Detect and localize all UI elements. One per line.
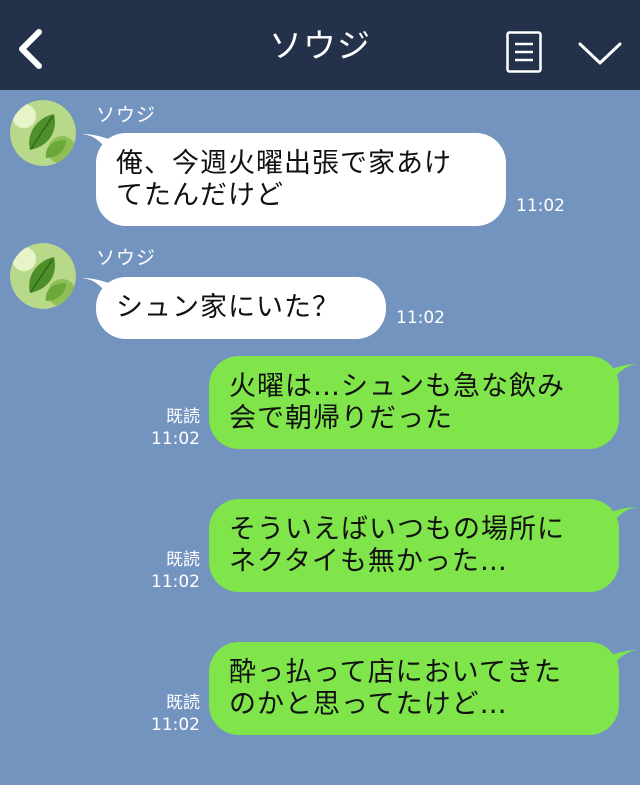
- message-time: 11:02: [396, 308, 445, 328]
- message-bubble[interactable]: 火曜は…シュンも急な飲み 会で朝帰りだった: [209, 356, 619, 449]
- leaf-avatar-icon: [10, 100, 76, 166]
- message-line: のかと思ってたけど…: [229, 689, 508, 720]
- message-time: 11:02: [151, 715, 200, 735]
- read-receipt: 既読 11:02: [150, 406, 200, 450]
- sender-name: ソウジ: [96, 247, 157, 269]
- message-line: 酔っ払って店においてきた: [229, 657, 563, 688]
- message-line: てたんだけど: [116, 180, 284, 211]
- message-line: そういえばいつもの場所に: [229, 514, 565, 545]
- read-label: 既読: [166, 693, 200, 713]
- message-bubble[interactable]: 酔っ払って店においてきた のかと思ってたけど…: [209, 642, 619, 735]
- message-line: 会で朝帰りだった: [229, 403, 453, 434]
- message-time: 11:02: [516, 196, 565, 216]
- collapse-button[interactable]: [576, 38, 624, 68]
- message-line: 俺、今週火曜出張で家あけ: [116, 148, 452, 179]
- avatar[interactable]: [10, 100, 76, 166]
- bubble-tail: [604, 650, 638, 676]
- chat-header: ソウジ: [0, 0, 640, 90]
- chat-title: ソウジ: [269, 26, 371, 65]
- menu-button[interactable]: [506, 31, 542, 73]
- leaf-avatar-icon: [10, 243, 76, 309]
- read-label: 既読: [166, 550, 200, 570]
- avatar[interactable]: [10, 243, 76, 309]
- read-receipt: 既読 11:02: [150, 692, 200, 736]
- message-time: 11:02: [151, 572, 200, 592]
- message-bubble[interactable]: 俺、今週火曜出張で家あけ てたんだけど: [96, 133, 506, 226]
- message-bubble[interactable]: シュン家にいた？: [96, 277, 386, 339]
- menu-icon: [506, 31, 542, 73]
- bubble-tail: [604, 364, 638, 390]
- message-bubble[interactable]: そういえばいつもの場所に ネクタイも無かった…: [209, 499, 619, 592]
- message-line: ネクタイも無かった…: [229, 546, 508, 577]
- message-time: 11:02: [151, 429, 200, 449]
- read-receipt: 既読 11:02: [150, 549, 200, 593]
- chevron-down-icon: [578, 42, 622, 65]
- message-line: 火曜は…シュンも急な飲み: [229, 371, 565, 402]
- bubble-tail: [604, 507, 638, 533]
- message-line: シュン家にいた？: [116, 292, 340, 323]
- read-label: 既読: [166, 407, 200, 427]
- sender-name: ソウジ: [96, 104, 157, 126]
